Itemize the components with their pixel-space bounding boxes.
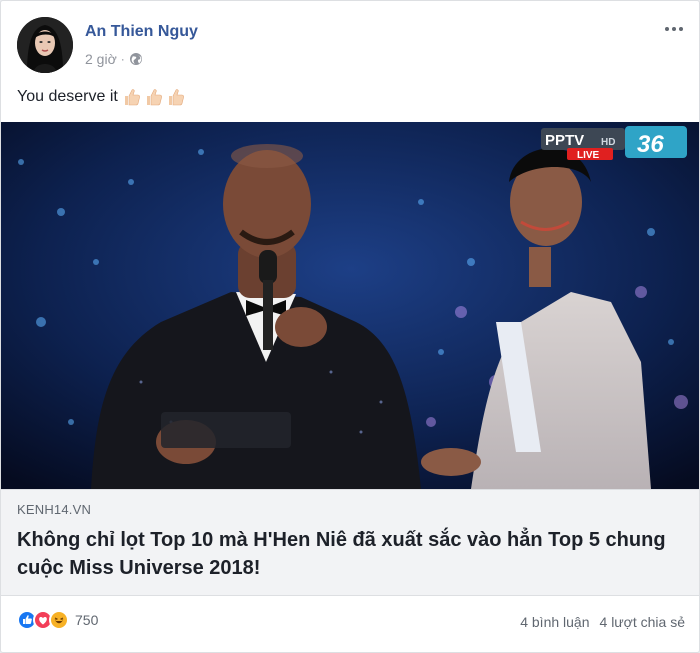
reactions-summary[interactable]: 750 [17, 610, 98, 630]
thumbs-up-icon [146, 89, 162, 106]
haha-icon [49, 610, 69, 630]
thumbs-up-icon [124, 89, 140, 106]
post-card: An Thien Nguy 2 giờ · You deserve it PPT… [0, 0, 700, 653]
channel-live-text: LIVE [577, 150, 600, 161]
video-thumbnail[interactable]: PPTV HD LIVE 36 [1, 122, 699, 489]
emoji-group [122, 87, 186, 107]
shares-count[interactable]: 4 lượt chia sẻ [600, 614, 685, 630]
comments-count[interactable]: 4 bình luận [520, 614, 589, 630]
post-time[interactable]: 2 giờ [85, 51, 117, 67]
author-name[interactable]: An Thien Nguy [85, 23, 198, 41]
post-meta: 2 giờ · [85, 51, 143, 67]
link-domain: KENH14.VN [17, 502, 92, 517]
stage-scene-image: PPTV HD LIVE 36 [1, 122, 699, 489]
avatar-image [17, 17, 73, 73]
thumbs-up-icon [168, 89, 184, 106]
post-message: You deserve it [17, 88, 118, 105]
globe-icon[interactable] [129, 52, 143, 66]
channel-logo-text: PPTV [545, 132, 584, 149]
reaction-count: 750 [75, 612, 99, 628]
link-preview[interactable]: KENH14.VN Không chỉ lọt Top 10 mà H'Hen … [1, 489, 699, 596]
avatar[interactable] [17, 17, 73, 73]
post-footer: 750 4 bình luận 4 lượt chia sẻ [17, 606, 685, 638]
post-header: An Thien Nguy 2 giờ · [17, 15, 685, 73]
more-options-icon[interactable] [663, 21, 685, 37]
channel-number-text: 36 [637, 131, 664, 158]
meta-separator: · [120, 52, 125, 66]
channel-hd-text: HD [601, 137, 615, 148]
link-title[interactable]: Không chỉ lọt Top 10 mà H'Hen Niê đã xuấ… [17, 526, 677, 582]
post-stats: 4 bình luận 4 lượt chia sẻ [520, 614, 685, 630]
post-text: You deserve it [17, 87, 186, 107]
